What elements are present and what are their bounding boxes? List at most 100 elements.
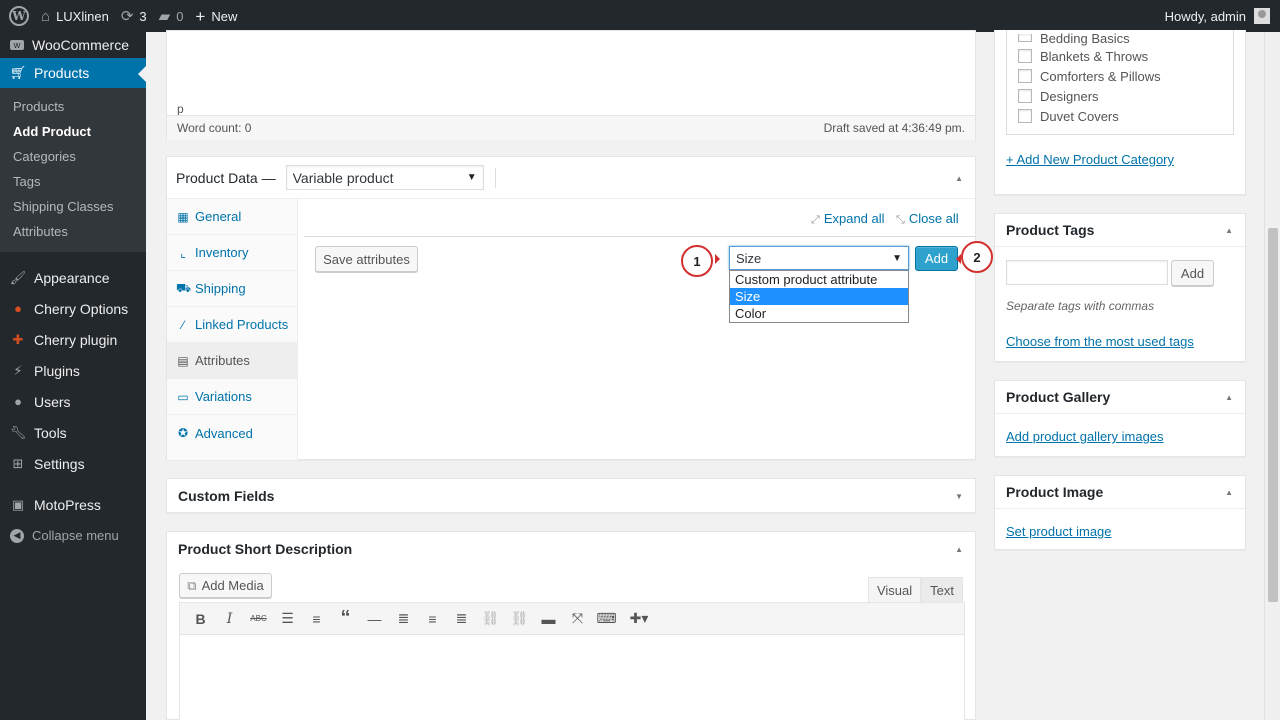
page-scrollbar[interactable] — [1264, 32, 1280, 720]
unlink-icon[interactable]: ⛓︎ — [505, 605, 534, 633]
admin-bar: W ⌂ LUXlinen ⟳ 3 ▰ 0 + New Howdy, admin — [0, 0, 1280, 32]
menu-products[interactable]: 🛒︎ Products — [0, 58, 146, 88]
numbered-list-icon[interactable]: ≡ — [302, 605, 331, 633]
scrollbar-thumb[interactable] — [1268, 228, 1278, 602]
tab-text[interactable]: Text — [921, 577, 963, 603]
product-tags-header: Product Tags ▲ — [995, 214, 1245, 247]
tab-linked-products[interactable]: ⁄ Linked Products — [167, 307, 297, 343]
submenu-tags[interactable]: Tags — [0, 169, 146, 194]
expand-all-link[interactable]: ⤢ Expand all — [811, 211, 885, 227]
category-checkbox[interactable] — [1018, 69, 1032, 83]
product-image-header: Product Image ▲ — [995, 476, 1245, 509]
collapse-panel-icon[interactable]: ▲ — [955, 174, 963, 183]
tab-variations[interactable]: ▭ Variations — [167, 379, 297, 415]
product-type-select[interactable]: Variable product ▼ — [285, 165, 484, 190]
submenu-shipping-classes[interactable]: Shipping Classes — [0, 194, 146, 219]
menu-woocommerce[interactable]: w WooCommerce — [0, 32, 146, 58]
most-used-tags-link[interactable]: Choose from the most used tags — [1006, 334, 1194, 349]
category-item[interactable]: Blankets & Throws — [1007, 46, 1233, 66]
submenu-attributes[interactable]: Attributes — [0, 219, 146, 244]
submenu-categories[interactable]: Categories — [0, 144, 146, 169]
category-checkbox[interactable] — [1018, 109, 1032, 123]
menu-motopress[interactable]: ▣ MotoPress — [0, 489, 146, 520]
fullscreen-icon[interactable]: ⤧ — [563, 605, 592, 633]
expand-panel-icon[interactable]: ▼ — [955, 492, 963, 501]
comments-link[interactable]: ▰ 0 — [153, 0, 190, 32]
read-more-icon[interactable]: ▬ — [534, 605, 563, 633]
product-data-title: Product Data — — [176, 169, 276, 186]
submenu-add-product[interactable]: Add Product — [0, 119, 146, 144]
cart-icon: 🛒︎ — [9, 65, 27, 80]
link-icon[interactable]: ⛓︎ — [476, 605, 505, 633]
custom-fields-title: Custom Fields — [178, 487, 275, 504]
menu-users[interactable]: ● Users — [0, 386, 146, 417]
category-checkbox[interactable] — [1018, 89, 1032, 103]
category-checklist: Bedding Basics Blankets & Throws Comfort… — [1006, 30, 1234, 135]
collapse-panel-icon[interactable]: ▲ — [1225, 393, 1233, 402]
menu-appearance[interactable]: 🖌︎ Appearance — [0, 262, 146, 293]
menu-cherry-plugin[interactable]: ✚ Cherry plugin — [0, 324, 146, 355]
category-item[interactable]: Comforters & Pillows — [1007, 66, 1233, 86]
category-checkbox[interactable] — [1018, 34, 1032, 42]
option-color[interactable]: Color — [730, 305, 908, 322]
tab-attributes[interactable]: ▤ Attributes — [167, 343, 297, 379]
close-all-link[interactable]: ⤡ Close all — [896, 211, 959, 227]
short-description-editor[interactable] — [179, 635, 965, 720]
add-gallery-images-link[interactable]: Add product gallery images — [1006, 429, 1164, 444]
category-item[interactable]: Designers — [1007, 86, 1233, 106]
add-tag-button[interactable]: Add — [1171, 260, 1214, 286]
tag-input[interactable] — [1006, 260, 1168, 285]
bold-icon[interactable]: B — [186, 605, 215, 633]
menu-tools[interactable]: 🔧︎ Tools — [0, 417, 146, 448]
option-size[interactable]: Size — [730, 288, 908, 305]
category-item[interactable]: Bedding Basics — [1007, 30, 1233, 46]
tab-advanced[interactable]: ✪ Advanced — [167, 415, 297, 451]
align-center-icon[interactable]: ≡ — [418, 605, 447, 633]
category-item[interactable]: Duvet Covers — [1007, 106, 1233, 126]
keyboard-icon[interactable]: ⌨︎ — [592, 605, 621, 633]
tab-inventory[interactable]: ⌞ Inventory — [167, 235, 297, 271]
collapse-panel-icon[interactable]: ▲ — [955, 545, 963, 554]
strikethrough-icon[interactable]: ABC — [244, 605, 273, 633]
collapse-menu-button[interactable]: ◀ Collapse menu — [0, 520, 146, 551]
word-count: Word count: 0 — [177, 121, 252, 135]
account-menu[interactable]: Howdy, admin — [1165, 8, 1280, 24]
menu-settings[interactable]: ⊞ Settings — [0, 448, 146, 479]
product-type-value: Variable product — [292, 169, 394, 186]
avatar — [1254, 8, 1270, 24]
users-icon: ● — [14, 394, 22, 409]
menu-cherry-options[interactable]: ● Cherry Options — [0, 293, 146, 324]
new-content-link[interactable]: + New — [189, 0, 243, 32]
set-product-image-link[interactable]: Set product image — [1006, 524, 1112, 539]
submenu-products[interactable]: Products — [0, 94, 146, 119]
blockquote-icon[interactable]: “ — [331, 605, 360, 633]
align-right-icon[interactable]: ≣ — [447, 605, 476, 633]
tab-general[interactable]: ▦ General — [167, 199, 297, 235]
attribute-taxonomy-select[interactable]: Size ▼ — [729, 246, 909, 270]
align-left-icon[interactable]: ≣ — [389, 605, 418, 633]
option-custom-product-attribute[interactable]: Custom product attribute — [730, 271, 908, 288]
updates-link[interactable]: ⟳ 3 — [115, 0, 153, 32]
site-name-link[interactable]: ⌂ LUXlinen — [35, 0, 115, 32]
bullet-list-icon[interactable]: ☰ — [273, 605, 302, 633]
collapse-panel-icon[interactable]: ▲ — [1225, 226, 1233, 235]
add-media-button[interactable]: ⧉ Add Media — [179, 573, 272, 598]
menu-settings-label: Settings — [34, 455, 85, 472]
category-checkbox[interactable] — [1018, 49, 1032, 63]
product-image-title: Product Image — [1006, 484, 1104, 500]
add-new-category-link[interactable]: + Add New Product Category — [1006, 152, 1174, 167]
save-attributes-button[interactable]: Save attributes — [315, 246, 418, 272]
italic-icon[interactable]: I — [215, 605, 244, 633]
inventory-icon: ⌞ — [180, 245, 186, 260]
custom-fields-box[interactable]: Custom Fields ▼ — [166, 478, 976, 513]
product-gallery-header: Product Gallery ▲ — [995, 381, 1245, 414]
wordpress-logo-button[interactable]: W — [0, 0, 35, 32]
tab-shipping[interactable]: ⛟ Shipping — [167, 271, 297, 307]
admin-sidebar: w WooCommerce 🛒︎ Products Products Add P… — [0, 32, 146, 720]
menu-plugins[interactable]: ⚡︎ Plugins — [0, 355, 146, 386]
horizontal-line-icon[interactable]: — — [360, 605, 389, 633]
menu-motopress-label: MotoPress — [34, 496, 101, 513]
collapse-panel-icon[interactable]: ▲ — [1225, 488, 1233, 497]
tab-visual[interactable]: Visual — [867, 577, 922, 603]
shortcode-icon[interactable]: ✚▾ — [621, 605, 657, 633]
